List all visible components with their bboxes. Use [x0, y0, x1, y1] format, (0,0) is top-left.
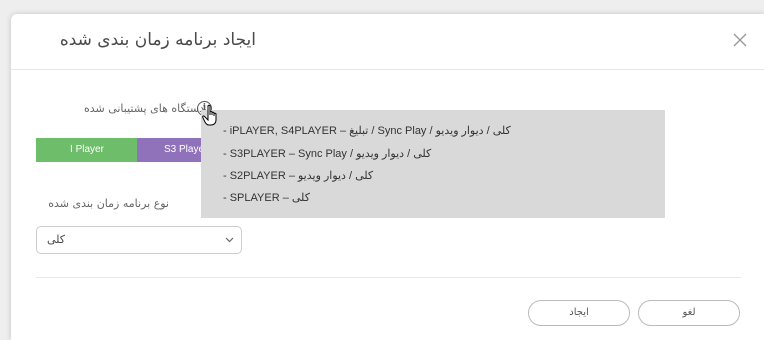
supported-devices-label: دستگاه های پشتیبانی شده [83, 102, 204, 115]
hand-cursor-icon [201, 104, 223, 128]
schedule-type-label: نوع برنامه زمان بندی شده [48, 197, 169, 210]
schedule-type-select[interactable]: کلی [36, 226, 242, 254]
supported-devices-tooltip: - iPLAYER, S4PLAYER – تبلیغ / Sync Play … [201, 110, 665, 218]
footer-divider [36, 277, 741, 278]
close-icon[interactable] [731, 31, 749, 49]
create-schedule-dialog: ایجاد برنامه زمان بندی شده دستگاه های پش… [11, 14, 764, 340]
tooltip-line: - iPLAYER, S4PLAYER – تبلیغ / Sync Play … [223, 125, 511, 137]
create-button[interactable]: ایجاد [528, 300, 630, 326]
chevron-down-icon [225, 237, 234, 243]
tooltip-line: - S3PLAYER – Sync Play / کلی / دیوار وید… [223, 148, 432, 160]
dialog-title: ایجاد برنامه زمان بندی شده [59, 30, 256, 50]
tooltip-line: - S2PLAYER – کلی / دیوار ویدیو [223, 170, 374, 182]
tooltip-line: - SPLAYER – کلی [223, 192, 310, 204]
chip-i-player[interactable]: I Player [36, 138, 138, 162]
schedule-type-value: کلی [47, 233, 66, 246]
cancel-button[interactable]: لغو [638, 300, 740, 326]
dialog-header: ایجاد برنامه زمان بندی شده [11, 14, 764, 70]
